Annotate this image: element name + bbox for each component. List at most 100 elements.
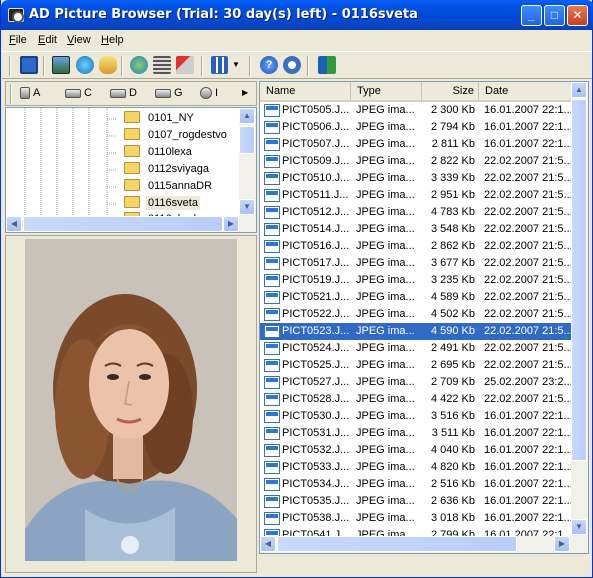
file-row[interactable]: PICT0509.J... JPEG ima... 2 822 Kb 22.02.20…	[260, 153, 573, 170]
menu-help[interactable]: Help	[101, 34, 124, 46]
file-name: PICT0532.J...	[282, 444, 350, 456]
view-dropdown-arrow-icon[interactable]: ▼	[232, 60, 240, 69]
file-list-vertical-scrollbar[interactable]: ▲ ▼	[571, 82, 588, 536]
file-row[interactable]: PICT0538.J... JPEG ima... 3 018 Kb 16.01.20…	[260, 510, 573, 527]
file-type: JPEG ima...	[356, 478, 415, 490]
file-name: PICT0509.J...	[282, 155, 350, 167]
menu-file[interactable]: File	[9, 34, 27, 46]
file-list-horizontal-scrollbar[interactable]: ◀ ▶	[260, 536, 588, 553]
file-row[interactable]: PICT0507.J... JPEG ima... 2 811 Kb 16.01.20…	[260, 136, 573, 153]
scroll-right-icon[interactable]: ▶	[554, 536, 570, 552]
slideshow-icon[interactable]	[76, 56, 94, 74]
file-row[interactable]: PICT0514.J... JPEG ima... 3 548 Kb 22.02.20…	[260, 221, 573, 238]
about-icon[interactable]	[283, 56, 301, 74]
file-row[interactable]: PICT0511.J... JPEG ima... 2 951 Kb 22.02.20…	[260, 187, 573, 204]
column-header-size[interactable]: Size	[422, 82, 479, 101]
toolbar-separator	[201, 56, 203, 76]
file-row[interactable]: PICT0512.J... JPEG ima... 4 783 Kb 22.02.20…	[260, 204, 573, 221]
column-header-date[interactable]: Date	[479, 82, 573, 101]
maximize-button[interactable]: □	[544, 5, 565, 26]
file-row[interactable]: PICT0505.J... JPEG ima... 2 300 Kb 16.01.20…	[260, 102, 573, 119]
title-bar[interactable]: AD Picture Browser (Trial: 30 day(s) lef…	[1, 0, 593, 30]
tree-vertical-scrollbar[interactable]: ▲ ▼	[239, 108, 256, 216]
tree-folder[interactable]: 0112sviyaga	[124, 162, 211, 178]
tree-folder[interactable]: 0101_NY	[124, 111, 196, 127]
file-name: PICT0519.J...	[282, 274, 350, 286]
wallpaper-icon[interactable]	[52, 56, 70, 74]
scroll-left-icon[interactable]: ◀	[6, 216, 22, 232]
properties-icon[interactable]	[176, 56, 194, 74]
scroll-thumb[interactable]	[277, 536, 517, 552]
settings-icon[interactable]	[153, 56, 171, 74]
file-row[interactable]: PICT0527.J... JPEG ima... 2 709 Kb 25.02.20…	[260, 374, 573, 391]
file-row[interactable]: PICT0533.J... JPEG ima... 4 820 Kb 16.01.20…	[260, 459, 573, 476]
file-row[interactable]: PICT0521.J... JPEG ima... 4 589 Kb 22.02.20…	[260, 289, 573, 306]
preview-photo[interactable]	[25, 239, 237, 561]
cd-drive-icon	[200, 87, 212, 100]
minimize-button[interactable]: _	[521, 5, 542, 26]
tree-horizontal-scrollbar[interactable]: ◀ ▶	[6, 216, 256, 232]
exit-icon[interactable]	[318, 56, 336, 74]
file-list[interactable]: Name Type Size Date PICT0505.J... JPEG im…	[259, 81, 589, 554]
file-row[interactable]: PICT0517.J... JPEG ima... 3 677 Kb 22.02.20…	[260, 255, 573, 272]
file-date: 22.02.2007 21:5...	[484, 240, 572, 252]
file-row[interactable]: PICT0534.J... JPEG ima... 2 516 Kb 16.01.20…	[260, 476, 573, 493]
folder-tree[interactable]: 0101_NY 0107_rogdestvo 0110lexa 0112sviy…	[5, 107, 257, 233]
file-size: 2 822 Kb	[430, 155, 475, 167]
file-size: 3 339 Kb	[430, 172, 475, 184]
file-date: 22.02.2007 21:5...	[484, 291, 572, 303]
jpeg-file-icon	[264, 427, 280, 440]
file-row[interactable]: PICT0506.J... JPEG ima... 2 794 Kb 16.01.20…	[260, 119, 573, 136]
help-icon[interactable]: ?	[260, 56, 278, 74]
scroll-down-icon[interactable]: ▼	[239, 199, 255, 215]
scroll-up-icon[interactable]: ▲	[571, 82, 587, 98]
file-row[interactable]: PICT0510.J... JPEG ima... 3 339 Kb 22.02.20…	[260, 170, 573, 187]
file-row[interactable]: PICT0519.J... JPEG ima... 3 235 Kb 22.02.20…	[260, 272, 573, 289]
open-folder-icon[interactable]	[99, 56, 117, 74]
file-date: 22.02.2007 21:5...	[484, 172, 572, 184]
tree-folder[interactable]: 0110lexa	[124, 145, 194, 161]
file-row[interactable]: PICT0532.J... JPEG ima... 4 040 Kb 16.01.20…	[260, 442, 573, 459]
close-button[interactable]: ✕	[567, 5, 588, 26]
scroll-right-icon[interactable]: ▶	[223, 216, 239, 232]
scroll-down-icon[interactable]: ▼	[571, 519, 587, 535]
scroll-thumb[interactable]	[571, 99, 587, 461]
view-mode-icon[interactable]	[211, 56, 228, 74]
file-row[interactable]: PICT0522.J... JPEG ima... 4 502 Kb 22.02.20…	[260, 306, 573, 323]
tree-folder[interactable]: 0115annaDR	[124, 179, 214, 195]
file-type: JPEG ima...	[356, 359, 415, 371]
drive-more-arrow-icon[interactable]: ▶	[242, 88, 248, 97]
menu-view[interactable]: View	[67, 34, 91, 46]
scroll-thumb[interactable]	[239, 126, 255, 154]
scroll-thumb[interactable]	[23, 216, 223, 232]
drive-g[interactable]: G	[155, 87, 183, 99]
file-row-selected[interactable]: PICT0523.J... JPEG ima... 4 590 Kb 22.02.20…	[260, 323, 573, 340]
drive-i[interactable]: I	[200, 87, 218, 100]
file-date: 22.02.2007 21:5...	[484, 155, 572, 167]
file-row[interactable]: PICT0531.J... JPEG ima... 3 511 Kb 16.01.20…	[260, 425, 573, 442]
scroll-left-icon[interactable]: ◀	[260, 536, 276, 552]
file-row[interactable]: PICT0524.J... JPEG ima... 2 491 Kb 22.02.20…	[260, 340, 573, 357]
refresh-icon[interactable]	[130, 56, 148, 74]
file-name: PICT0516.J...	[282, 240, 350, 252]
drive-a[interactable]: A	[20, 87, 40, 100]
column-header-name[interactable]: Name	[260, 82, 351, 101]
tree-folder-selected[interactable]: 0116sveta	[124, 196, 200, 212]
scroll-up-icon[interactable]: ▲	[239, 108, 255, 124]
file-row[interactable]: PICT0530.J... JPEG ima... 3 516 Kb 16.01.20…	[260, 408, 573, 425]
file-row[interactable]: PICT0528.J... JPEG ima... 4 422 Kb 22.02.20…	[260, 391, 573, 408]
app-window: AD Picture Browser (Trial: 30 day(s) lef…	[0, 0, 593, 578]
file-date: 22.02.2007 21:5...	[484, 308, 572, 320]
file-name: PICT0511.J...	[282, 189, 349, 201]
column-header-type[interactable]: Type	[351, 82, 422, 101]
jpeg-file-icon	[264, 223, 280, 236]
file-name: PICT0538.J...	[282, 512, 350, 524]
file-row[interactable]: PICT0516.J... JPEG ima... 2 862 Kb 22.02.20…	[260, 238, 573, 255]
drive-d[interactable]: D	[110, 87, 137, 99]
menu-edit[interactable]: Edit	[38, 34, 57, 46]
file-row[interactable]: PICT0535.J... JPEG ima... 2 636 Kb 16.01.20…	[260, 493, 573, 510]
tree-folder[interactable]: 0107_rogdestvo	[124, 128, 229, 144]
fullscreen-icon[interactable]	[20, 56, 38, 74]
file-row[interactable]: PICT0525.J... JPEG ima... 2 695 Kb 22.02.20…	[260, 357, 573, 374]
drive-c[interactable]: C	[65, 87, 92, 99]
